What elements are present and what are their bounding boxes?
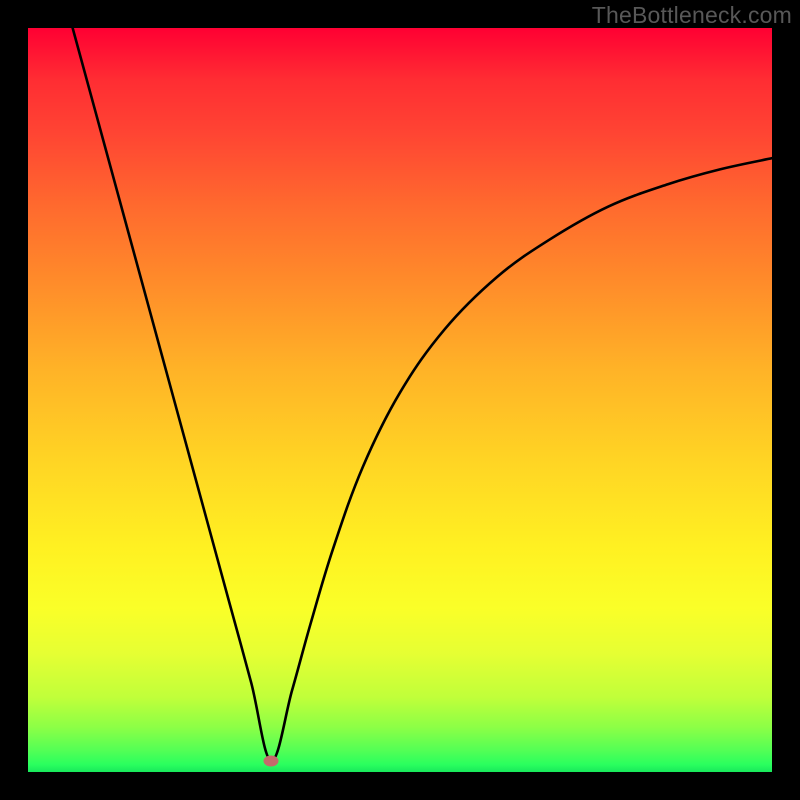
- watermark-text: TheBottleneck.com: [592, 2, 792, 29]
- curve-svg: [28, 28, 772, 772]
- bottleneck-curve: [73, 28, 772, 761]
- chart-frame: TheBottleneck.com: [0, 0, 800, 800]
- minimum-marker: [264, 755, 279, 766]
- plot-area: [28, 28, 772, 772]
